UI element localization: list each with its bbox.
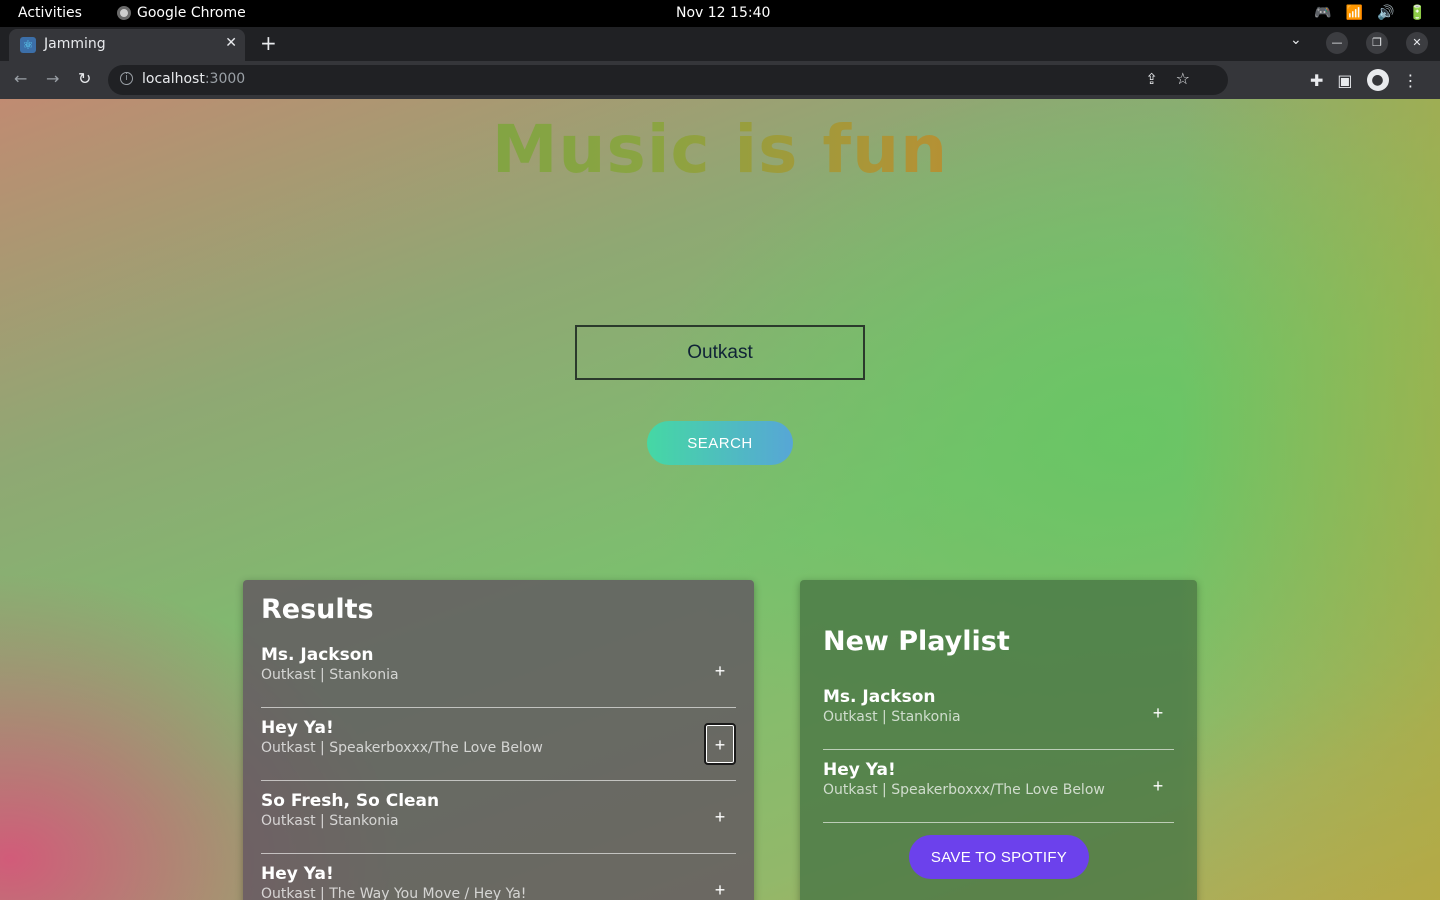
- playlist-panel: New Playlist Ms. Jackson Outkast | Stank…: [800, 580, 1197, 900]
- app-menu[interactable]: Google Chrome: [117, 5, 246, 21]
- minimize-icon[interactable]: —: [1326, 32, 1348, 54]
- wifi-icon: 📶: [1345, 5, 1364, 21]
- track-info: Outkast | Speakerboxxx/The Love Below: [823, 782, 1105, 798]
- tab-search-chevron-icon[interactable]: ⌄: [1290, 32, 1302, 48]
- system-tray[interactable]: 🎮 📶 🔊 🔋: [1314, 4, 1426, 22]
- back-icon[interactable]: ←: [14, 69, 27, 88]
- playlist-track-row: Hey Ya! Outkast | Speakerboxxx/The Love …: [823, 750, 1174, 823]
- search-input[interactable]: [575, 325, 865, 380]
- track-info: Outkast | Stankonia: [261, 667, 399, 683]
- results-title: Results: [261, 594, 374, 625]
- battery-icon: 🔋: [1408, 5, 1426, 21]
- playlist-track-action-button[interactable]: +: [1142, 765, 1174, 807]
- playlist-track-row: Ms. Jackson Outkast | Stankonia +: [823, 677, 1174, 750]
- tab-title: Jamming: [44, 36, 106, 52]
- track-name: Hey Ya!: [261, 864, 334, 884]
- bookmark-star-icon[interactable]: ☆: [1176, 69, 1190, 88]
- discord-icon: 🎮: [1314, 5, 1332, 21]
- chrome-icon: [117, 6, 131, 20]
- side-panel-icon[interactable]: ▣: [1337, 71, 1352, 90]
- volume-icon: 🔊: [1377, 5, 1395, 21]
- menu-kebab-icon[interactable]: ⋮: [1403, 71, 1419, 90]
- track-row: Hey Ya! Outkast | The Way You Move / Hey…: [261, 854, 736, 900]
- add-track-button[interactable]: +: [704, 723, 736, 765]
- window-controls: — ❐ ✕: [1326, 32, 1428, 54]
- restore-icon[interactable]: ❐: [1366, 32, 1388, 54]
- toolbar-actions: ✚ ▣ ● ⋮: [1310, 69, 1419, 91]
- react-favicon-icon: ⚛: [20, 37, 36, 53]
- share-icon[interactable]: ⇪: [1145, 70, 1158, 88]
- system-top-bar: Activities Google Chrome Nov 12 15:40 🎮 …: [0, 0, 1440, 27]
- url-port: :3000: [204, 71, 246, 87]
- track-info: Outkast | Speakerboxxx/The Love Below: [261, 740, 543, 756]
- tab-close-icon[interactable]: ✕: [225, 35, 237, 51]
- add-track-button[interactable]: +: [704, 796, 736, 838]
- results-panel: Results Ms. Jackson Outkast | Stankonia …: [243, 580, 754, 900]
- track-row: So Fresh, So Clean Outkast | Stankonia +: [261, 781, 736, 854]
- track-name: Hey Ya!: [823, 760, 896, 780]
- track-row: Hey Ya! Outkast | Speakerboxxx/The Love …: [261, 708, 736, 781]
- new-tab-button[interactable]: +: [260, 31, 277, 55]
- add-track-button[interactable]: +: [704, 869, 736, 900]
- site-info-icon[interactable]: i: [120, 72, 133, 85]
- reload-icon[interactable]: ↻: [78, 69, 91, 88]
- tab-strip: ⚛ Jamming ✕ + ⌄ — ❐ ✕: [0, 27, 1440, 61]
- track-name: Hey Ya!: [261, 718, 334, 738]
- track-info: Outkast | Stankonia: [823, 709, 961, 725]
- page-headline: Music is fun: [0, 111, 1440, 188]
- url-text[interactable]: localhost:3000: [142, 71, 245, 87]
- track-info: Outkast | Stankonia: [261, 813, 399, 829]
- track-info: Outkast | The Way You Move / Hey Ya!: [261, 886, 527, 900]
- url-host: localhost: [142, 71, 205, 87]
- profile-avatar-icon[interactable]: ●: [1366, 69, 1389, 91]
- track-row: Ms. Jackson Outkast | Stankonia +: [261, 635, 736, 708]
- playlist-title[interactable]: New Playlist: [823, 626, 1010, 657]
- add-track-button[interactable]: +: [704, 650, 736, 692]
- extensions-icon[interactable]: ✚: [1310, 71, 1323, 90]
- address-bar[interactable]: i localhost:3000 ⇪ ☆: [108, 65, 1228, 95]
- forward-icon[interactable]: →: [46, 69, 59, 88]
- track-name: Ms. Jackson: [823, 687, 936, 707]
- clock[interactable]: Nov 12 15:40: [676, 5, 770, 21]
- track-name: Ms. Jackson: [261, 645, 374, 665]
- browser-toolbar: ← → ↻ i localhost:3000 ⇪ ☆ ✚ ▣ ● ⋮: [0, 61, 1440, 99]
- activities-button[interactable]: Activities: [18, 5, 82, 21]
- tab-jamming[interactable]: ⚛ Jamming ✕: [9, 29, 245, 61]
- window-close-icon[interactable]: ✕: [1406, 32, 1428, 54]
- app-menu-label: Google Chrome: [137, 5, 246, 21]
- track-name: So Fresh, So Clean: [261, 791, 440, 811]
- search-button[interactable]: SEARCH: [647, 421, 793, 465]
- playlist-track-action-button[interactable]: +: [1142, 692, 1174, 734]
- page-viewport: Music is fun SEARCH Results Ms. Jackson …: [0, 99, 1440, 900]
- save-to-spotify-button[interactable]: SAVE TO SPOTIFY: [909, 835, 1089, 879]
